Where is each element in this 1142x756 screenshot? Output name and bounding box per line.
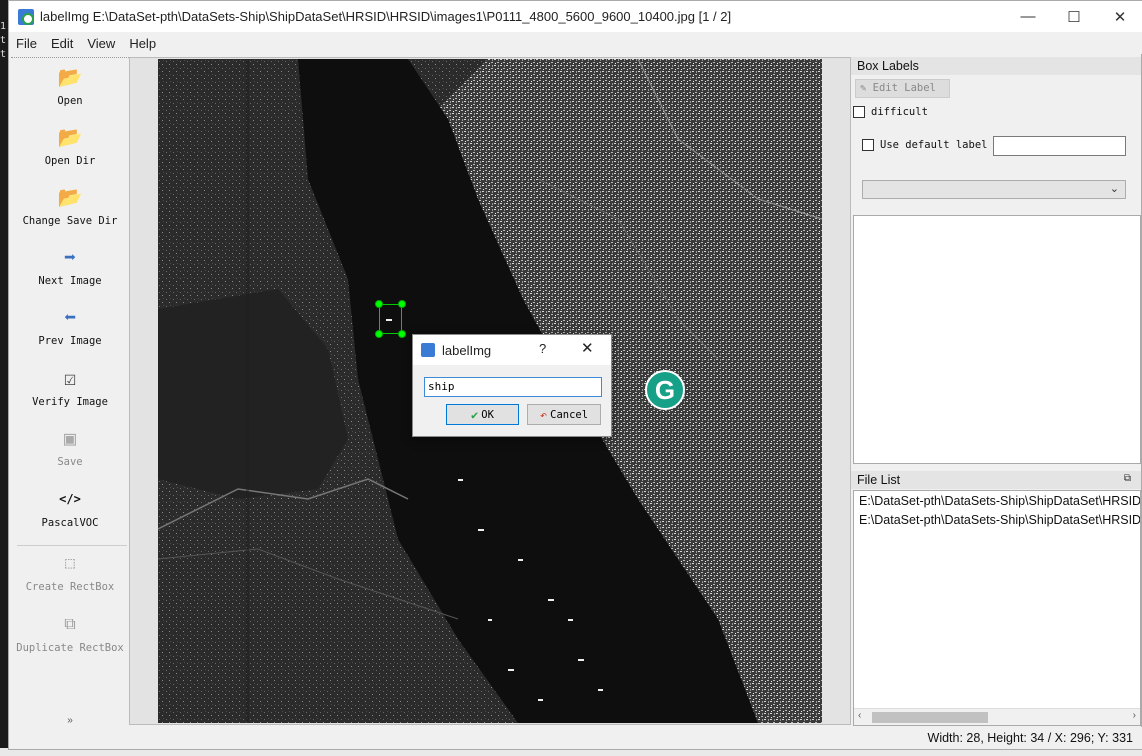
save-label: Save — [57, 456, 83, 468]
checkbox-icon: ☑ — [63, 366, 77, 390]
use-default-label-checkbox[interactable]: Use default label — [862, 139, 987, 151]
change-save-dir-label: Change Save Dir — [22, 215, 118, 227]
open-label: Open — [57, 95, 83, 107]
bounding-box[interactable] — [375, 300, 406, 338]
close-button[interactable]: ✕ — [1097, 1, 1142, 32]
app-icon — [18, 8, 34, 25]
label-combobox[interactable]: ⌄ — [862, 180, 1126, 199]
folder-open-icon: 📂 — [57, 125, 83, 149]
dialog-close-button[interactable]: ✕ — [581, 339, 594, 357]
folder-open-icon: 📂 — [57, 65, 83, 89]
checkbox-icon — [853, 106, 865, 118]
default-label-input[interactable] — [993, 136, 1126, 156]
difficult-label: difficult — [871, 106, 928, 118]
bbox-handle-bottom-left[interactable] — [375, 330, 383, 338]
menu-help[interactable]: Help — [122, 36, 163, 51]
menu-view[interactable]: View — [80, 36, 122, 51]
label-list[interactable] — [853, 215, 1141, 464]
arrow-right-icon: ➡ — [63, 245, 77, 269]
status-bar: Width: 28, Height: 34 / X: 296; Y: 331 — [9, 727, 1142, 749]
next-image-label: Next Image — [38, 275, 102, 287]
menu-bar: File Edit View Help — [9, 32, 1142, 54]
horizontal-scrollbar[interactable]: ‹ › — [854, 708, 1140, 725]
open-button[interactable]: 📂 Open — [11, 64, 129, 107]
use-default-label-text: Use default label — [880, 139, 988, 151]
grammarly-icon[interactable]: G — [645, 370, 685, 410]
change-save-dir-button[interactable]: 📂 Change Save Dir — [11, 184, 129, 227]
maximize-button[interactable]: ☐ — [1051, 1, 1097, 32]
format-label: PascalVOC — [41, 517, 99, 529]
file-list-item[interactable]: E:\DataSet-pth\DataSets-Ship\ShipDataSet… — [854, 510, 1140, 529]
ok-button[interactable]: ✔ OK — [446, 404, 519, 425]
format-button[interactable]: </> PascalVOC — [11, 486, 129, 529]
scroll-left-icon[interactable]: ‹ — [858, 710, 861, 721]
floppy-disk-icon: ▣ — [63, 426, 77, 450]
chevron-down-icon: ⌄ — [1109, 183, 1119, 195]
bbox-handle-top-right[interactable] — [398, 300, 406, 308]
window-title: labelImg E:\DataSet-pth\DataSets-Ship\Sh… — [40, 9, 732, 24]
rectbox-icon: ⬚ — [65, 553, 75, 572]
folder-open-icon: 📂 — [57, 185, 83, 209]
right-panel: Box Labels ✎ Edit Label difficult Use de… — [851, 57, 1142, 726]
label-dialog: labelImg ? ✕ ship ✔ OK ↶ Cancel — [412, 334, 612, 437]
dialog-title: labelImg — [442, 342, 492, 358]
file-list-title: File List — [857, 473, 901, 487]
float-dock-icon[interactable]: ⧉ — [1124, 473, 1131, 484]
edit-label-button[interactable]: ✎ Edit Label — [855, 79, 950, 98]
create-rectbox-label: Create RectBox — [25, 581, 115, 593]
create-rectbox-button[interactable]: ⬚ Create RectBox — [11, 550, 129, 593]
arrow-left-icon: ⬅ — [63, 305, 77, 329]
bbox-handle-bottom-right[interactable] — [398, 330, 406, 338]
undo-arrow-icon: ↶ — [539, 407, 548, 422]
open-dir-button[interactable]: 📂 Open Dir — [11, 124, 129, 167]
file-list-item[interactable]: E:\DataSet-pth\DataSets-Ship\ShipDataSet… — [854, 491, 1140, 510]
verify-image-label: Verify Image — [32, 396, 108, 408]
menu-edit[interactable]: Edit — [44, 36, 80, 51]
code-icon: </> — [59, 492, 81, 506]
labelimg-window: labelImg E:\DataSet-pth\DataSets-Ship\Sh… — [8, 0, 1142, 750]
verify-image-button[interactable]: ☑ Verify Image — [11, 365, 129, 408]
checkbox-icon — [862, 139, 874, 151]
scroll-thumb[interactable] — [872, 712, 988, 723]
save-button[interactable]: ▣ Save — [11, 425, 129, 468]
app-icon — [421, 343, 435, 357]
duplicate-icon: ⧉ — [64, 614, 76, 633]
menu-file[interactable]: File — [9, 36, 44, 51]
left-toolbar: 📂 Open 📂 Open Dir 📂 Change Save Dir ➡ Ne… — [11, 57, 129, 726]
background-terminal: 1tt — [0, 0, 8, 756]
minimize-button[interactable]: — — [1005, 1, 1051, 32]
box-labels-header: Box Labels — [851, 57, 1141, 75]
scroll-right-icon[interactable]: › — [1133, 710, 1136, 721]
title-bar[interactable]: labelImg E:\DataSet-pth\DataSets-Ship\Sh… — [9, 1, 1142, 32]
label-input[interactable]: ship — [424, 377, 602, 397]
bbox-handle-top-left[interactable] — [375, 300, 383, 308]
cancel-label: Cancel — [550, 408, 589, 421]
difficult-checkbox[interactable]: difficult — [853, 106, 928, 118]
toolbar-overflow-icon[interactable]: » — [11, 715, 129, 726]
ok-label: OK — [481, 408, 494, 421]
prev-image-button[interactable]: ⬅ Prev Image — [11, 304, 129, 347]
dialog-help-button[interactable]: ? — [539, 341, 546, 356]
cancel-button[interactable]: ↶ Cancel — [527, 404, 601, 425]
file-list-header: File List ⧉ — [851, 471, 1141, 489]
file-list[interactable]: E:\DataSet-pth\DataSets-Ship\ShipDataSet… — [853, 490, 1141, 726]
duplicate-rectbox-label: Duplicate RectBox — [16, 642, 124, 654]
window-controls: — ☐ ✕ — [1005, 1, 1142, 32]
prev-image-label: Prev Image — [38, 335, 102, 347]
toolbar-divider — [17, 545, 127, 546]
status-text: Width: 28, Height: 34 / X: 296; Y: 331 — [927, 731, 1133, 745]
open-dir-label: Open Dir — [44, 155, 96, 167]
edit-label-text: Edit Label — [872, 82, 936, 94]
duplicate-rectbox-button[interactable]: ⧉ Duplicate RectBox — [11, 611, 129, 654]
next-image-button[interactable]: ➡ Next Image — [11, 244, 129, 287]
checkmark-icon: ✔ — [471, 407, 479, 422]
